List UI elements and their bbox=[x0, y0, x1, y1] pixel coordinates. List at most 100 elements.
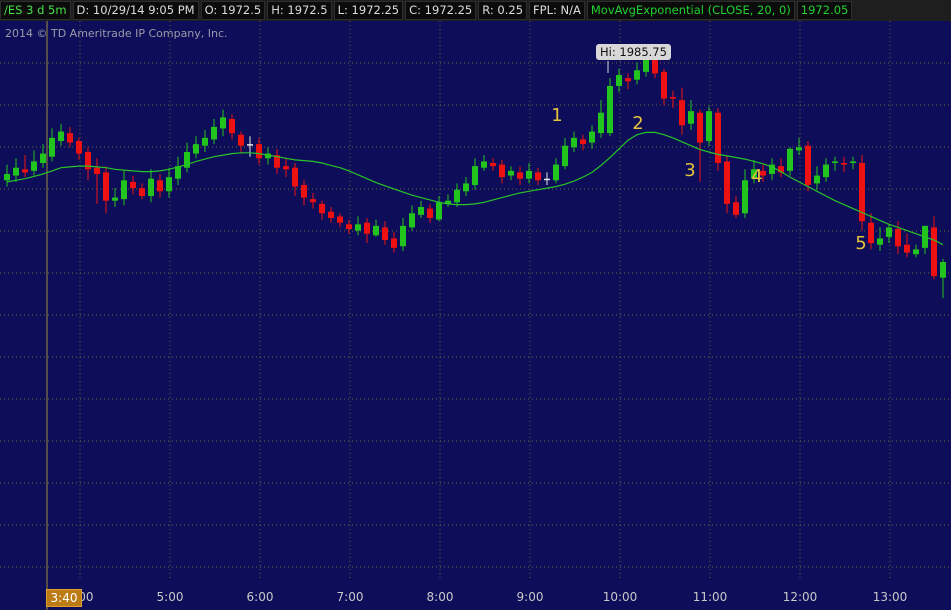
candle-body bbox=[679, 100, 685, 126]
candle-body bbox=[202, 137, 208, 146]
candle-body bbox=[472, 166, 478, 185]
candle-body bbox=[391, 238, 397, 248]
x-tick-label: 6:00 bbox=[247, 590, 274, 604]
candle-body bbox=[40, 153, 46, 163]
candle-body bbox=[157, 180, 163, 192]
candle-body bbox=[742, 180, 748, 214]
x-tick-label: 5:00 bbox=[157, 590, 184, 604]
candle-body bbox=[931, 227, 937, 277]
candle-body bbox=[868, 222, 874, 244]
candle-body bbox=[166, 177, 172, 192]
candle-body bbox=[481, 161, 487, 168]
candle-body bbox=[841, 163, 847, 165]
candle-body bbox=[247, 144, 253, 146]
candle-body bbox=[355, 224, 361, 231]
candle-body bbox=[49, 137, 55, 157]
candle-body bbox=[121, 180, 127, 200]
candle-body bbox=[301, 185, 307, 198]
candle-body bbox=[670, 97, 676, 99]
annotation-label: 5 bbox=[855, 233, 866, 254]
price-chart[interactable]: 4:005:006:007:008:009:0010:0011:0012:001… bbox=[0, 21, 951, 610]
candle-body bbox=[382, 227, 388, 240]
candle-body bbox=[580, 139, 586, 145]
candle-body bbox=[490, 163, 496, 167]
candle-body bbox=[814, 175, 820, 184]
candle-body bbox=[661, 71, 667, 99]
candle-body bbox=[895, 229, 901, 247]
high-marker-label: Hi: 1985.75 bbox=[596, 44, 671, 60]
candle-body bbox=[706, 111, 712, 141]
candle-body bbox=[850, 161, 856, 163]
symbol-field[interactable]: /ES 3 d 5m bbox=[0, 1, 71, 20]
candle-body bbox=[616, 75, 622, 86]
candle-body bbox=[76, 141, 82, 154]
low-readout: L: 1972.25 bbox=[333, 1, 404, 20]
candle-body bbox=[58, 131, 64, 141]
candle-body bbox=[832, 161, 838, 163]
candle-body bbox=[733, 202, 739, 215]
candle-body bbox=[553, 164, 559, 181]
candle-body bbox=[211, 126, 217, 140]
candle-body bbox=[562, 145, 568, 167]
candle-body bbox=[913, 249, 919, 255]
copyright-text: 2014 © TD Ameritrade IP Company, Inc. bbox=[5, 27, 228, 40]
candle-body bbox=[67, 133, 73, 143]
candle-body bbox=[535, 172, 541, 181]
candle-body bbox=[13, 167, 19, 176]
x-tick-label: 13:00 bbox=[873, 590, 908, 604]
candle-body bbox=[112, 197, 118, 201]
candle-body bbox=[526, 170, 532, 179]
x-tick-label: 7:00 bbox=[337, 590, 364, 604]
candle-body bbox=[886, 227, 892, 237]
candle-body bbox=[400, 225, 406, 247]
candle-body bbox=[94, 167, 100, 174]
candle-body bbox=[229, 119, 235, 134]
annotation-label: 3 bbox=[684, 160, 695, 181]
header-bar: /ES 3 d 5m D: 10/29/14 9:05 PM O: 1972.5… bbox=[0, 0, 951, 21]
x-tick-label: 12:00 bbox=[783, 590, 818, 604]
candle-body bbox=[427, 208, 433, 218]
candle-body bbox=[940, 262, 946, 278]
candle-body bbox=[436, 202, 442, 220]
high-readout: H: 1972.5 bbox=[267, 1, 332, 20]
candle-body bbox=[463, 183, 469, 192]
candle-body bbox=[877, 238, 883, 245]
candle-body bbox=[139, 188, 145, 196]
candle-body bbox=[904, 244, 910, 253]
candle-body bbox=[697, 112, 703, 143]
candle-body bbox=[688, 111, 694, 124]
candle-body bbox=[607, 86, 613, 134]
candle-body bbox=[571, 137, 577, 148]
candle-body bbox=[625, 78, 631, 82]
candle-body bbox=[337, 216, 343, 223]
candle-body bbox=[103, 172, 109, 201]
candle-body bbox=[22, 169, 28, 173]
candle-body bbox=[634, 70, 640, 80]
candle-body bbox=[724, 161, 730, 204]
candle-body bbox=[454, 189, 460, 203]
candle-body bbox=[130, 181, 136, 189]
candle-body bbox=[364, 222, 370, 234]
candle-body bbox=[220, 117, 226, 129]
annotation-label: 4 bbox=[751, 166, 762, 187]
candle-body bbox=[787, 148, 793, 171]
annotation-label: 1 bbox=[551, 105, 562, 126]
candle-body bbox=[346, 224, 352, 229]
candle-body bbox=[31, 161, 37, 171]
candle-body bbox=[517, 172, 523, 179]
x-tick-label: 11:00 bbox=[693, 590, 728, 604]
study-value: 1972.05 bbox=[796, 1, 853, 20]
candle-body bbox=[283, 166, 289, 170]
fpl-readout: FPL: N/A bbox=[529, 1, 585, 20]
candle-body bbox=[373, 225, 379, 236]
study-label[interactable]: MovAvgExponential (CLOSE, 20, 0) bbox=[586, 1, 795, 20]
candle-body bbox=[418, 207, 424, 215]
candle-body bbox=[589, 131, 595, 143]
candle-body bbox=[328, 211, 334, 218]
date-readout: D: 10/29/14 9:05 PM bbox=[72, 1, 199, 20]
candle-body bbox=[598, 112, 604, 134]
candle-body bbox=[292, 167, 298, 187]
candle-body bbox=[715, 112, 721, 163]
candle-body bbox=[499, 164, 505, 178]
range-readout: R: 0.25 bbox=[478, 1, 528, 20]
